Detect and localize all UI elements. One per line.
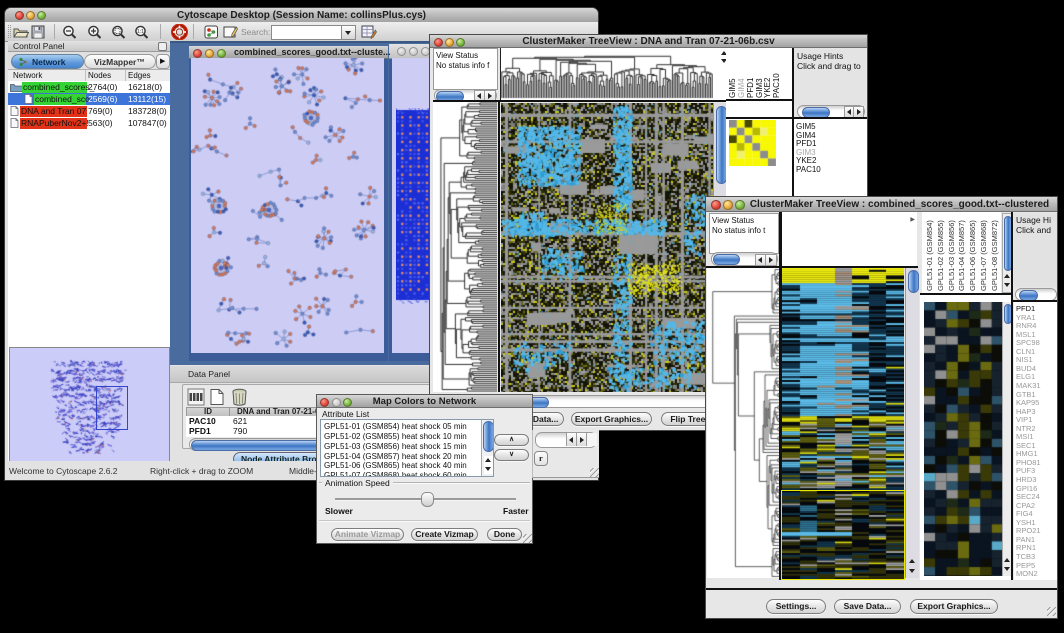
svg-text:1:1: 1:1 (137, 29, 144, 35)
